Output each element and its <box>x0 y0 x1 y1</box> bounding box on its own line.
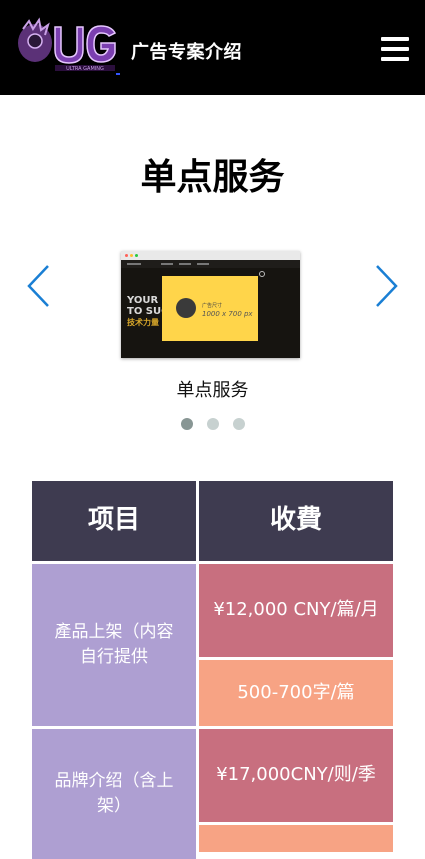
carousel-dot-1[interactable] <box>181 418 193 430</box>
ad-placeholder-box: 广告尺寸 1000 x 700 px <box>162 276 258 341</box>
logo-link-underline <box>116 73 120 75</box>
table-cell-item: 產品上架（内容自行提供 <box>32 564 196 726</box>
page-title: 广告专案介绍 <box>131 42 242 63</box>
carousel-slide-image[interactable]: YOUR SHI TO SUC 技术力量 广告尺寸 1000 x 700 px <box>121 251 300 358</box>
carousel-dot-3[interactable] <box>233 418 245 430</box>
brand-logo[interactable]: ULTRA GAMING <box>15 17 119 73</box>
hamburger-menu-button[interactable] <box>381 37 409 63</box>
mock-site-nav <box>121 260 300 268</box>
carousel-dot-2[interactable] <box>207 418 219 430</box>
top-bar: ULTRA GAMING 广告专案介绍 <box>0 0 425 95</box>
section-title: 单点服务 <box>140 157 285 198</box>
table-header-item: 项目 <box>32 481 196 561</box>
carousel-pagination <box>181 418 245 430</box>
ad-size-value: 1000 x 700 px <box>202 310 253 318</box>
table-cell-fee: ¥17,000CNY/则/季 <box>199 729 393 822</box>
hamburger-icon <box>381 37 409 41</box>
table-cell-item: 品牌介绍（含上架） <box>32 729 196 859</box>
svg-text:ULTRA GAMING: ULTRA GAMING <box>66 66 104 72</box>
chevron-right-icon <box>376 265 398 307</box>
carousel-prev-button[interactable] <box>24 262 54 310</box>
carousel-next-button[interactable] <box>371 262 401 310</box>
ad-logo-circle <box>176 298 196 318</box>
carousel-caption: 单点服务 <box>176 380 249 401</box>
mock-browser-bar <box>121 251 300 260</box>
table-header-fee: 收費 <box>199 481 393 561</box>
close-icon <box>259 271 265 277</box>
ad-size-label: 广告尺寸 <box>202 303 223 309</box>
table-cell-fee-detail: 500-700字/篇 <box>199 660 393 726</box>
table-cell-fee-detail <box>199 825 393 852</box>
table-cell-fee: ¥12,000 CNY/篇/月 <box>199 564 393 657</box>
chevron-left-icon <box>27 265 49 307</box>
